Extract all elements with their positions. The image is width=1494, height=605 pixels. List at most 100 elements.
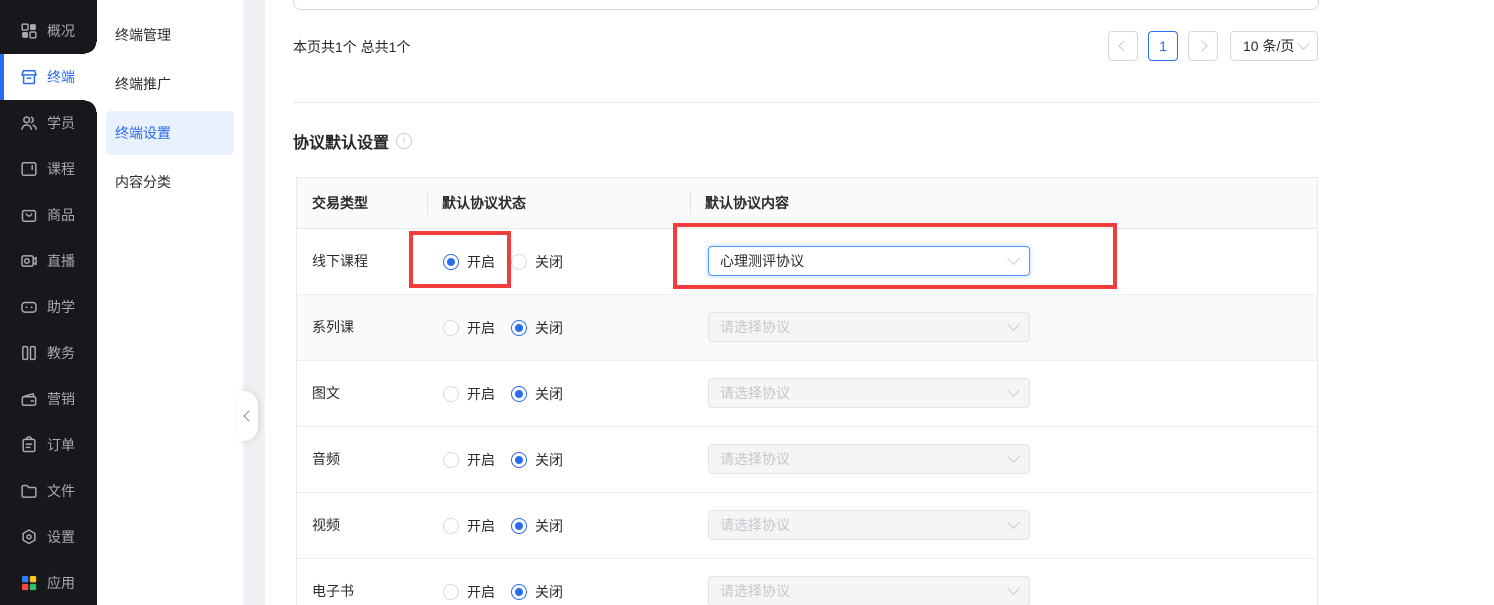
radio-open[interactable]: 开启 — [443, 361, 495, 426]
radio-label: 开启 — [467, 319, 495, 336]
apps-icon — [22, 576, 37, 591]
radio-open[interactable]: 开启 — [443, 229, 495, 294]
agreement-select: 请选择协议 — [708, 444, 1030, 474]
agreement-select[interactable]: 心理测评协议 — [708, 246, 1030, 276]
chevron-down-icon — [1007, 449, 1020, 463]
submenu-item-terminal-settings[interactable]: 终端设置 — [106, 111, 234, 155]
pagination-next-button[interactable] — [1188, 31, 1218, 61]
terminal-settings-page: 概况 终端 学员 课程 商品 直播 助学 教务 营销 订单 文件 设置 应用 终… — [0, 0, 1494, 605]
radio-circle — [443, 583, 459, 600]
trade-type-label: 音频 — [312, 451, 340, 467]
sidebar-item-students[interactable]: 学员 — [0, 100, 97, 146]
chevron-left-icon — [1118, 40, 1130, 52]
radio-circle — [511, 451, 527, 468]
pagination-page-1-button[interactable]: 1 — [1148, 31, 1178, 61]
sidebar-item-label: 课程 — [47, 161, 75, 177]
radio-close[interactable]: 关闭 — [511, 559, 563, 605]
radio-open[interactable]: 开启 — [443, 493, 495, 558]
agreement-select: 请选择协议 — [708, 510, 1030, 540]
sidebar-item-label: 订单 — [47, 437, 75, 453]
radio-open[interactable]: 开启 — [443, 295, 495, 360]
page-size-select[interactable]: 10 条/页 — [1230, 31, 1318, 61]
radio-label: 开启 — [467, 451, 495, 468]
radio-close[interactable]: 关闭 — [511, 427, 563, 492]
store-icon — [21, 70, 37, 85]
radio-close[interactable]: 关闭 — [511, 493, 563, 558]
sidebar-item-label: 应用 — [47, 575, 75, 591]
table-row-series-course: 系列课 开启 关闭 请选择协议 — [297, 295, 1317, 361]
gamepad-icon — [21, 301, 37, 313]
sidebar-item-academic[interactable]: 教务 — [0, 330, 97, 376]
table-row-ebook: 电子书 开启 关闭 请选择协议 — [297, 559, 1317, 605]
radio-label: 关闭 — [535, 319, 563, 336]
sidebar-item-label: 营销 — [47, 391, 75, 407]
radio-label: 关闭 — [535, 517, 563, 534]
select-placeholder: 请选择协议 — [720, 517, 790, 533]
radio-circle — [443, 385, 459, 402]
primary-sidebar: 概况 终端 学员 课程 商品 直播 助学 教务 营销 订单 文件 设置 应用 — [0, 0, 97, 605]
radio-close[interactable]: 关闭 — [511, 229, 563, 294]
sidebar-item-courses[interactable]: 课程 — [0, 146, 97, 192]
chevron-down-icon — [1007, 383, 1020, 397]
sidebar-item-label: 设置 — [47, 529, 75, 545]
radio-circle — [511, 583, 527, 600]
secondary-sidebar: 终端管理 终端推广 终端设置 内容分类 — [97, 0, 243, 605]
table-row-audio: 音频 开启 关闭 请选择协议 — [297, 427, 1317, 493]
table-header-row: 交易类型 默认协议状态 默认协议内容 — [297, 178, 1317, 229]
sidebar-item-terminal[interactable]: 终端 — [0, 42, 97, 112]
gear-icon — [22, 529, 36, 545]
sidebar-item-study-aid[interactable]: 助学 — [0, 284, 97, 330]
agreement-settings-table: 交易类型 默认协议状态 默认协议内容 线下课程 开启 关闭 心理测评协议 系列课… — [296, 177, 1318, 605]
radio-close[interactable]: 关闭 — [511, 361, 563, 426]
submenu-item-label: 内容分类 — [115, 174, 171, 190]
collapse-sidebar-handle[interactable] — [236, 391, 258, 441]
radio-circle — [443, 253, 459, 270]
pagination-prev-button[interactable] — [1108, 31, 1138, 61]
sidebar-item-label: 教务 — [47, 345, 75, 361]
submenu-item-content-category[interactable]: 内容分类 — [106, 160, 234, 204]
chevron-down-icon — [1297, 36, 1310, 50]
sidebar-gutter — [243, 0, 265, 605]
chevron-right-icon — [1196, 40, 1208, 52]
sidebar-item-settings[interactable]: 设置 — [0, 514, 97, 560]
section-header: 协议默认设置 i — [293, 129, 413, 153]
folder-icon — [21, 484, 37, 498]
trade-type-label: 视频 — [312, 517, 340, 533]
sidebar-item-marketing[interactable]: 营销 — [0, 376, 97, 422]
sidebar-item-products[interactable]: 商品 — [0, 192, 97, 238]
radio-circle — [511, 385, 527, 402]
radio-open[interactable]: 开启 — [443, 427, 495, 492]
column-header-agreement-status: 默认协议状态 — [442, 195, 526, 211]
sidebar-item-orders[interactable]: 订单 — [0, 422, 97, 468]
info-icon[interactable]: i — [396, 133, 413, 149]
table-row-image-text: 图文 开启 关闭 请选择协议 — [297, 361, 1317, 427]
radio-circle — [443, 517, 459, 534]
sidebar-item-overview[interactable]: 概况 — [0, 8, 97, 54]
column-header-agreement-content: 默认协议内容 — [705, 195, 789, 211]
sidebar-item-files[interactable]: 文件 — [0, 468, 97, 514]
submenu-item-label: 终端管理 — [115, 27, 171, 43]
sidebar-item-apps[interactable]: 应用 — [0, 560, 97, 605]
trade-type-label: 系列课 — [312, 319, 354, 335]
wallet-icon — [21, 393, 37, 406]
page-size-value: 10 条/页 — [1243, 38, 1295, 54]
sidebar-item-live[interactable]: 直播 — [0, 238, 97, 284]
chevron-down-icon — [1007, 251, 1020, 265]
course-icon — [21, 162, 37, 176]
section-divider — [293, 102, 1319, 103]
radio-open[interactable]: 开启 — [443, 559, 495, 605]
radio-close[interactable]: 关闭 — [511, 295, 563, 360]
page-number: 1 — [1159, 38, 1167, 54]
agreement-select: 请选择协议 — [708, 312, 1030, 342]
chevron-down-icon — [1007, 581, 1020, 595]
radio-label: 开启 — [467, 385, 495, 402]
radio-label: 开启 — [467, 253, 495, 270]
trade-type-label: 线下课程 — [312, 253, 368, 269]
radio-label: 关闭 — [535, 253, 563, 270]
users-icon — [21, 116, 37, 130]
sidebar-item-label: 概况 — [47, 23, 75, 39]
chevron-down-icon — [1007, 515, 1020, 529]
submenu-item-terminal-promotion[interactable]: 终端推广 — [106, 62, 234, 106]
sidebar-item-label: 直播 — [47, 253, 75, 269]
submenu-item-terminal-management[interactable]: 终端管理 — [106, 13, 234, 57]
